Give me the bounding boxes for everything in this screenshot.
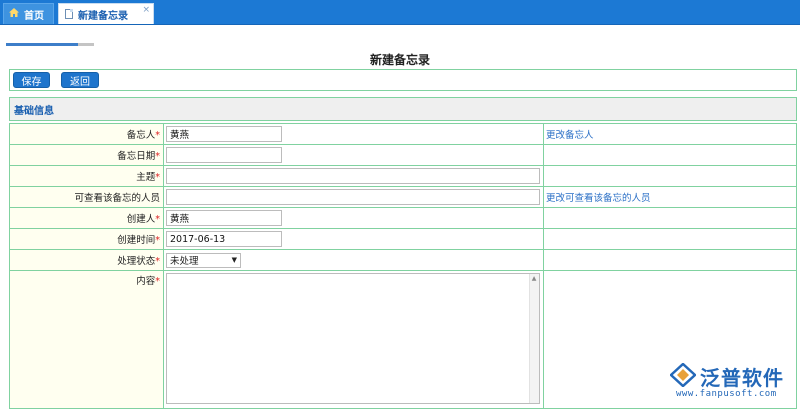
form-row-creator: 创建人* 黄燕 xyxy=(9,207,797,229)
content-scrollbar[interactable]: ▲ xyxy=(529,274,539,403)
home-icon xyxy=(9,8,19,20)
chevron-down-icon: ▼ xyxy=(231,256,237,264)
subject-extra-cell xyxy=(543,165,797,187)
viewers-cell xyxy=(163,186,544,208)
owner-label: 备忘人* xyxy=(9,123,164,145)
subject-input[interactable] xyxy=(166,168,540,184)
subject-label-text: 主题 xyxy=(136,172,156,183)
creator-extra-cell xyxy=(543,207,797,229)
toolbar: 保存 返回 xyxy=(9,69,797,91)
required-mark: * xyxy=(155,235,160,246)
viewers-label-text: 可查看该备忘的人员 xyxy=(74,193,160,204)
owner-cell: 黄燕 xyxy=(163,123,544,145)
owner-label-text: 备忘人 xyxy=(126,130,156,141)
created-time-extra-cell xyxy=(543,228,797,250)
change-owner-link[interactable]: 更改备忘人 xyxy=(544,130,594,141)
viewers-action-cell: 更改可查看该备忘的人员 xyxy=(543,186,797,208)
owner-action-cell: 更改备忘人 xyxy=(543,123,797,145)
back-button[interactable]: 返回 xyxy=(61,72,99,88)
tab-home[interactable]: 首页 xyxy=(3,3,54,24)
tab-bar: 首页 新建备忘录 × xyxy=(0,0,800,25)
tab-new-memo-label: 新建备忘录 xyxy=(78,10,128,22)
status-select-value: 未处理 xyxy=(170,256,199,267)
form-row-owner: 备忘人* 黄燕 更改备忘人 xyxy=(9,123,797,145)
change-viewers-link[interactable]: 更改可查看该备忘的人员 xyxy=(544,193,651,204)
creator-label: 创建人* xyxy=(9,207,164,229)
loading-progress xyxy=(6,43,94,46)
loading-progress-fill xyxy=(6,43,79,46)
viewers-input[interactable] xyxy=(166,189,540,205)
logo-icon xyxy=(669,362,697,390)
status-label: 处理状态* xyxy=(9,249,164,271)
required-mark: * xyxy=(155,276,160,287)
form-row-subject: 主题* xyxy=(9,165,797,187)
required-mark: * xyxy=(155,172,160,183)
memo-date-label-text: 备忘日期 xyxy=(117,151,156,162)
watermark-logo: 泛普软件 www.fanpusoft.com xyxy=(669,362,800,412)
memo-date-cell xyxy=(163,144,544,166)
content-cell: ▲ xyxy=(163,270,544,409)
viewers-label: 可查看该备忘的人员 xyxy=(9,186,164,208)
memo-date-input[interactable] xyxy=(166,147,282,163)
status-select[interactable]: 未处理 ▼ xyxy=(166,252,241,268)
close-icon[interactable]: × xyxy=(142,5,150,15)
required-mark: * xyxy=(155,151,160,162)
status-cell: 未处理 ▼ xyxy=(163,249,544,271)
status-label-text: 处理状态 xyxy=(117,256,156,267)
document-icon xyxy=(65,9,73,19)
subject-cell xyxy=(163,165,544,187)
memo-date-label: 备忘日期* xyxy=(9,144,164,166)
tab-new-memo[interactable]: 新建备忘录 × xyxy=(58,3,154,24)
scroll-up-icon[interactable]: ▲ xyxy=(529,274,539,284)
required-mark: * xyxy=(155,256,160,267)
creator-cell: 黄燕 xyxy=(163,207,544,229)
page-title: 新建备忘录 xyxy=(369,53,430,67)
form-row-memo-date: 备忘日期* xyxy=(9,144,797,166)
content-label: 内容* xyxy=(9,270,164,409)
required-mark: * xyxy=(155,214,160,225)
form-row-status: 处理状态* 未处理 ▼ xyxy=(9,249,797,271)
logo-main: 泛普软件 xyxy=(669,362,784,391)
status-extra-cell xyxy=(543,249,797,271)
logo-url: www.fanpusoft.com xyxy=(676,389,777,399)
creator-label-text: 创建人 xyxy=(126,214,156,225)
created-time-input[interactable]: 2017-06-13 xyxy=(166,231,282,247)
section-header-basic-info: 基础信息 xyxy=(9,97,797,121)
created-time-cell: 2017-06-13 xyxy=(163,228,544,250)
form-row-viewers: 可查看该备忘的人员 更改可查看该备忘的人员 xyxy=(9,186,797,208)
required-mark: * xyxy=(155,130,160,141)
logo-name: 泛普软件 xyxy=(700,366,784,390)
content-textarea[interactable]: ▲ xyxy=(166,273,540,404)
memo-date-extra-cell xyxy=(543,144,797,166)
save-button[interactable]: 保存 xyxy=(13,72,50,88)
creator-input[interactable]: 黄燕 xyxy=(166,210,282,226)
tab-home-label: 首页 xyxy=(24,10,44,22)
form-row-created-time: 创建时间* 2017-06-13 xyxy=(9,228,797,250)
created-time-label-text: 创建时间 xyxy=(117,235,156,246)
content-label-text: 内容 xyxy=(136,276,156,287)
created-time-label: 创建时间* xyxy=(9,228,164,250)
owner-input[interactable]: 黄燕 xyxy=(166,126,282,142)
subject-label: 主题* xyxy=(9,165,164,187)
